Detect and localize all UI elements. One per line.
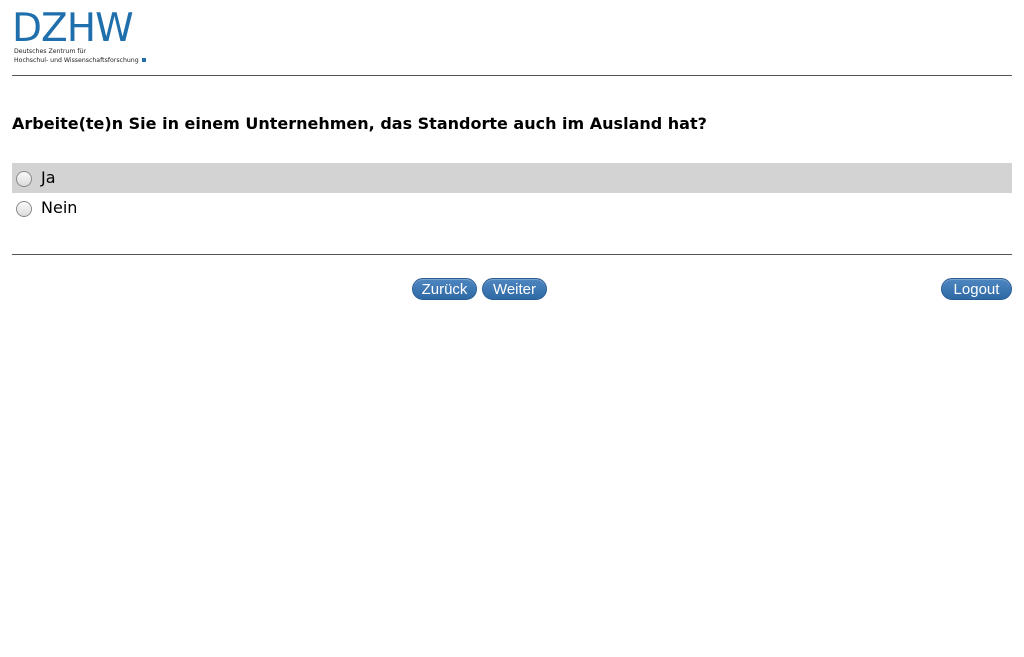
header-divider — [12, 75, 1012, 76]
option-ja-label[interactable]: Ja — [41, 168, 56, 188]
option-nein[interactable]: Nein — [12, 193, 1012, 223]
radio-ja[interactable] — [16, 171, 32, 187]
logo-subtitle-line2: Hochschul- und Wissenschaftsforschung — [14, 57, 154, 66]
logo-subtitle-line2-text: Hochschul- und Wissenschaftsforschung — [14, 56, 139, 64]
next-button[interactable]: Weiter — [482, 278, 547, 300]
option-ja[interactable]: Ja — [12, 163, 1012, 193]
logout-button[interactable]: Logout — [941, 278, 1012, 300]
footer-divider — [12, 254, 1012, 255]
option-nein-label[interactable]: Nein — [41, 198, 77, 218]
logo-subtitle: Deutsches Zentrum für Hochschul- und Wis… — [14, 48, 154, 65]
logo-subtitle-line1: Deutsches Zentrum für — [14, 48, 86, 55]
radio-nein[interactable] — [16, 201, 32, 217]
logo-wordmark: DZHW — [12, 6, 134, 51]
survey-page: DZHW Deutsches Zentrum für Hochschul- un… — [0, 0, 1024, 657]
question-text: Arbeite(te)n Sie in einem Unternehmen, d… — [12, 114, 707, 133]
logo-square-icon — [141, 57, 146, 62]
back-button[interactable]: Zurück — [412, 278, 477, 300]
dzhw-logo: DZHW Deutsches Zentrum für Hochschul- un… — [12, 6, 146, 66]
